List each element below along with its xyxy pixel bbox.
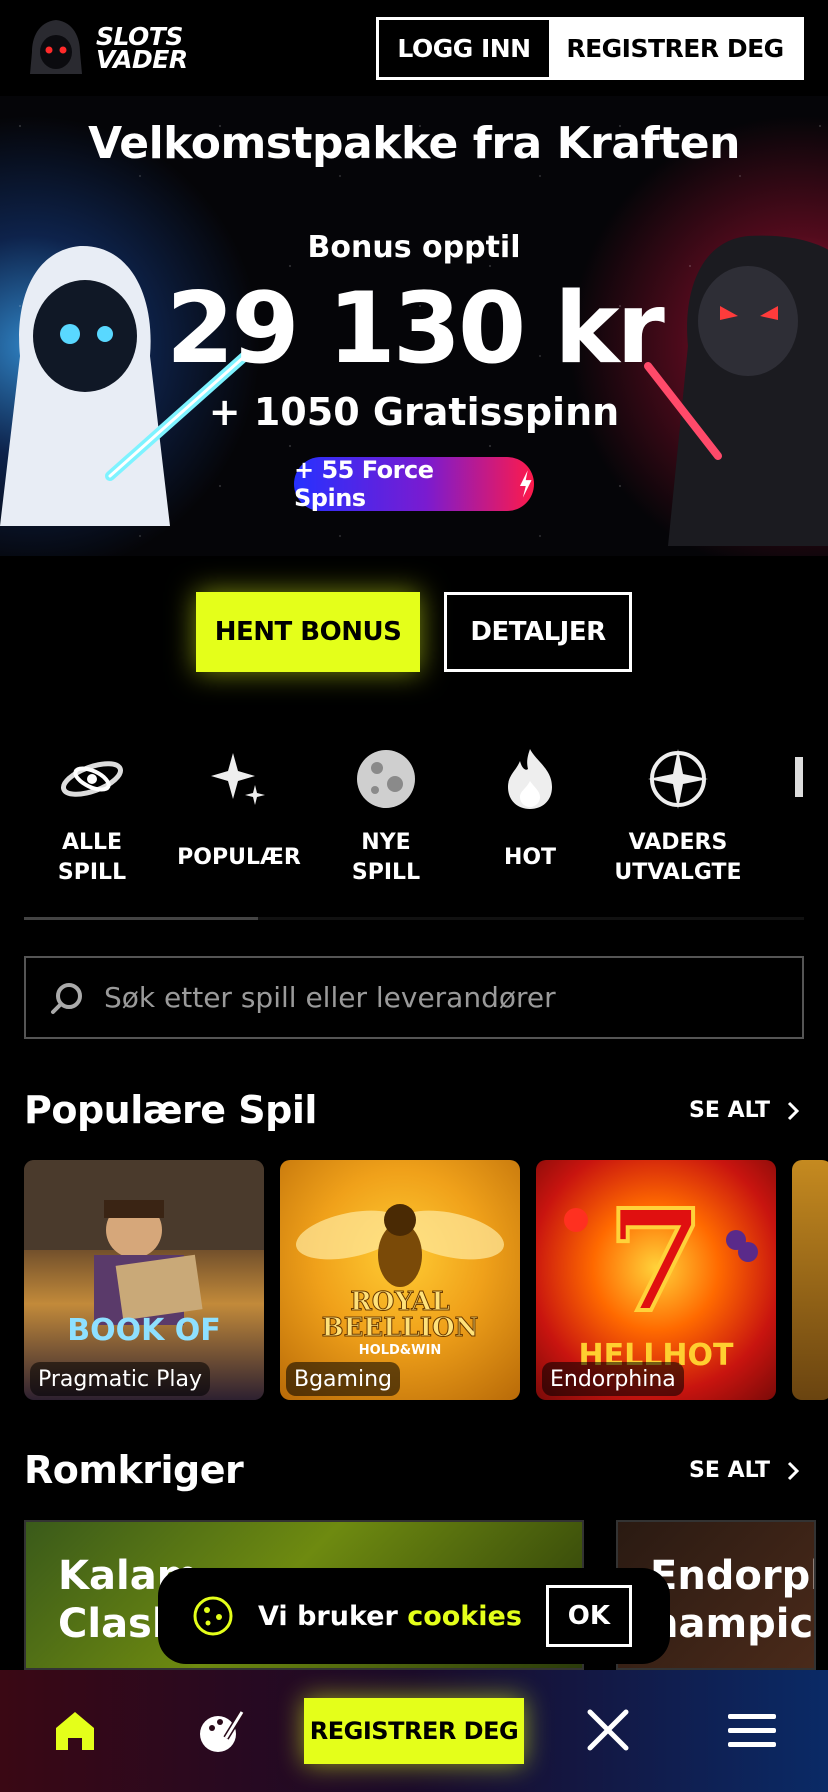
home-icon[interactable]	[52, 1708, 98, 1754]
category-label: VADERS UTVALGTE	[614, 830, 742, 885]
auth-buttons: LOGG INN REGISTRER DEG	[376, 17, 804, 80]
lightning-icon	[520, 470, 533, 498]
svg-text:BOOK OF: BOOK OF	[67, 1313, 221, 1348]
cta-row: HENT BONUS DETALJER	[0, 592, 828, 672]
partial-category-icon	[755, 744, 825, 814]
cookie-link[interactable]: cookies	[407, 1601, 522, 1632]
search-input[interactable]	[104, 981, 784, 1014]
popular-games-row: BOOK OF Pragmatic Play ROYAL BEELLION HO…	[24, 1160, 828, 1400]
category-popular[interactable]: POPULÆR	[164, 744, 314, 894]
popular-see-all-link[interactable]: SE ALT	[689, 1098, 800, 1123]
category-label: NYE SPILL	[351, 830, 421, 885]
get-bonus-button[interactable]: HENT BONUS	[196, 592, 420, 672]
sparkle-icon	[204, 744, 274, 814]
crossed-sabers-icon[interactable]	[584, 1706, 632, 1754]
welcome-banner[interactable]: Velkomstpakke fra Kraften Bonus opptil 2…	[0, 96, 828, 556]
cookie-ok-button[interactable]: OK	[545, 1585, 632, 1647]
site-header: SLOTS VADER LOGG INN REGISTRER DEG	[0, 0, 828, 96]
games-palette-icon[interactable]	[198, 1708, 244, 1754]
category-carousel[interactable]: ALLE SPILL POPULÆR NYE SPILL HOT VADERS …	[0, 744, 828, 914]
game-provider-label: Bgaming	[286, 1362, 400, 1396]
hero-title: Velkomstpakke fra Kraften	[88, 118, 740, 169]
category-partial[interactable]	[752, 744, 828, 894]
category-label: POPULÆR	[177, 845, 301, 870]
tournament-title: Endorph hampic	[650, 1553, 814, 1647]
game-card[interactable]: 7 HELLHOT Endorphina	[536, 1160, 776, 1400]
free-spins-text: + 1050 Gratisspinn	[208, 390, 620, 434]
category-label: ALLE SPILL	[57, 830, 127, 885]
login-button[interactable]: LOGG INN	[379, 20, 549, 77]
vader-logo-icon	[30, 20, 82, 74]
category-label: HOT	[503, 845, 557, 870]
compass-star-icon	[643, 744, 713, 814]
details-button[interactable]: DETALJER	[444, 592, 632, 672]
romkriger-title: Romkriger	[24, 1448, 244, 1492]
hamburger-menu-icon[interactable]	[728, 1712, 776, 1750]
game-card[interactable]: BOOK OF Pragmatic Play	[24, 1160, 264, 1400]
slots-vader-logo[interactable]: SLOTS VADER	[24, 16, 204, 80]
dark-lord-character-icon	[644, 235, 828, 546]
game-card[interactable]: ROYAL BEELLION HOLD&WIN Bgaming	[280, 1160, 520, 1400]
search-icon	[51, 982, 82, 1014]
register-button[interactable]: REGISTRER DEG	[549, 20, 801, 77]
flame-icon	[495, 744, 565, 814]
category-hot[interactable]: HOT	[455, 744, 605, 894]
bottom-register-button[interactable]: REGISTRER DEG	[304, 1698, 524, 1764]
cookie-text: Vi bruker cookies	[258, 1600, 522, 1632]
game-provider-label: Endorphina	[542, 1362, 684, 1396]
hero-subtitle: Bonus opptil	[307, 230, 521, 265]
category-all-games[interactable]: ALLE SPILL	[17, 744, 167, 894]
popular-games-title: Populære Spil	[24, 1088, 317, 1132]
game-provider-label: Pragmatic Play	[30, 1362, 210, 1396]
see-all-label: SE ALT	[689, 1458, 770, 1483]
category-scroll-thumb[interactable]	[24, 917, 258, 920]
svg-text:BEELLION: BEELLION	[322, 1313, 479, 1343]
chevron-right-icon	[787, 1101, 800, 1120]
force-spins-badge: + 55 Force Spins	[294, 456, 534, 512]
logo-text: SLOTS VADER	[96, 22, 188, 74]
category-vaders-picks[interactable]: VADERS UTVALGTE	[603, 744, 753, 894]
svg-text:7: 7	[607, 1180, 704, 1344]
force-spins-label: + 55 Force Spins	[294, 456, 434, 512]
galaxy-icon	[57, 744, 127, 814]
game-card-partial[interactable]	[792, 1160, 828, 1400]
bonus-amount: 29 130 kr	[166, 272, 665, 386]
romkriger-see-all-link[interactable]: SE ALT	[689, 1458, 800, 1483]
bottom-navigation: REGISTRER DEG	[0, 1670, 828, 1792]
cookie-banner: Vi bruker cookies OK	[158, 1568, 670, 1664]
category-new-games[interactable]: NYE SPILL	[311, 744, 461, 894]
see-all-label: SE ALT	[689, 1098, 770, 1123]
cookie-icon	[193, 1596, 233, 1636]
svg-text:HOLD&WIN: HOLD&WIN	[359, 1343, 441, 1358]
chevron-right-icon	[787, 1461, 800, 1480]
moon-icon	[351, 744, 421, 814]
search-bar[interactable]	[24, 956, 804, 1039]
